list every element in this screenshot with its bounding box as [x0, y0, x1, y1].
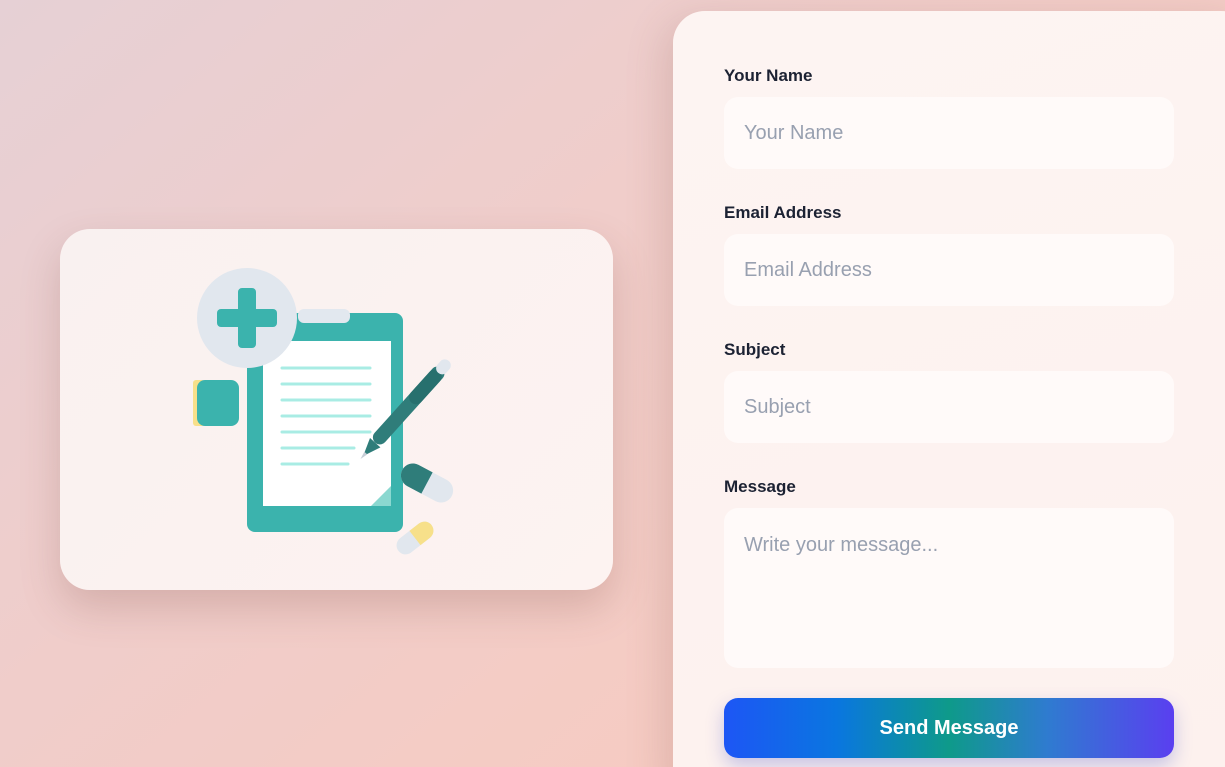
medical-cross-icon — [197, 268, 297, 368]
subject-input[interactable] — [724, 371, 1174, 443]
illustration-card — [60, 229, 613, 590]
message-label: Message — [724, 477, 796, 496]
medical-clipboard-illustration — [193, 268, 454, 555]
email-label: Email Address — [724, 203, 842, 222]
contact-form-card: Your Name Email Address Subject Message … — [673, 11, 1225, 767]
message-textarea[interactable] — [724, 508, 1174, 668]
name-input[interactable] — [724, 97, 1174, 169]
name-label: Your Name — [724, 66, 813, 85]
send-message-button[interactable]: Send Message — [724, 698, 1174, 758]
notebook-icon — [193, 380, 239, 426]
subject-label: Subject — [724, 340, 786, 359]
capsule-icon — [400, 463, 454, 503]
email-input[interactable] — [724, 234, 1174, 306]
